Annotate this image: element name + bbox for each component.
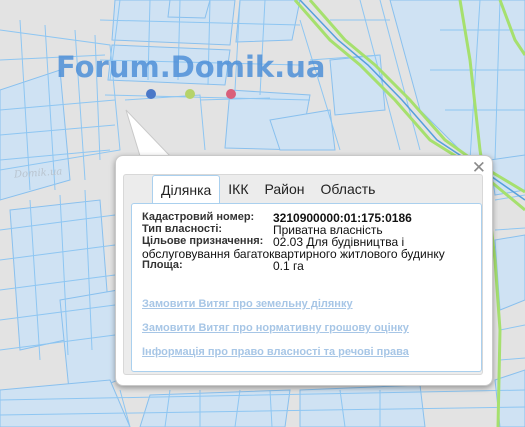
tab-region[interactable]: Область (313, 175, 384, 204)
watermark-dot-pink (226, 89, 236, 99)
watermark-dot-blue (146, 89, 156, 99)
area-label: Площа: (142, 259, 183, 271)
popup-pointer (125, 109, 172, 160)
ownership-label: Тип власності: (142, 223, 223, 235)
order-valuation-extract-link[interactable]: Замовити Витяг про нормативну грошову оц… (142, 322, 409, 334)
area-value: 0.1 га (273, 259, 304, 273)
watermark-logo: Forum.Domik.ua (56, 50, 326, 84)
watermark-dot-green (185, 89, 195, 99)
tab-district[interactable]: Район (257, 175, 313, 204)
popup-content: Ділянка ІКК Район Область Кадастровий но… (123, 174, 483, 375)
order-land-extract-link[interactable]: Замовити Витяг про земельну ділянку (142, 298, 353, 310)
parcel-info-popup: ✕ Ділянка ІКК Район Область Кадастровий … (115, 155, 493, 386)
tab-bar: Ділянка ІКК Район Область (152, 175, 384, 205)
ownership-info-link[interactable]: Інформація про право власності та речові… (142, 346, 409, 358)
purpose-label: Цільове призначення: (142, 235, 264, 247)
parcel-details-pane: Кадастровий номер: 3210900000:01:175:018… (131, 203, 482, 372)
cadastral-label: Кадастровий номер: (142, 211, 255, 223)
tab-parcel[interactable]: Ділянка (152, 175, 221, 205)
tab-ikk[interactable]: ІКК (220, 175, 256, 204)
